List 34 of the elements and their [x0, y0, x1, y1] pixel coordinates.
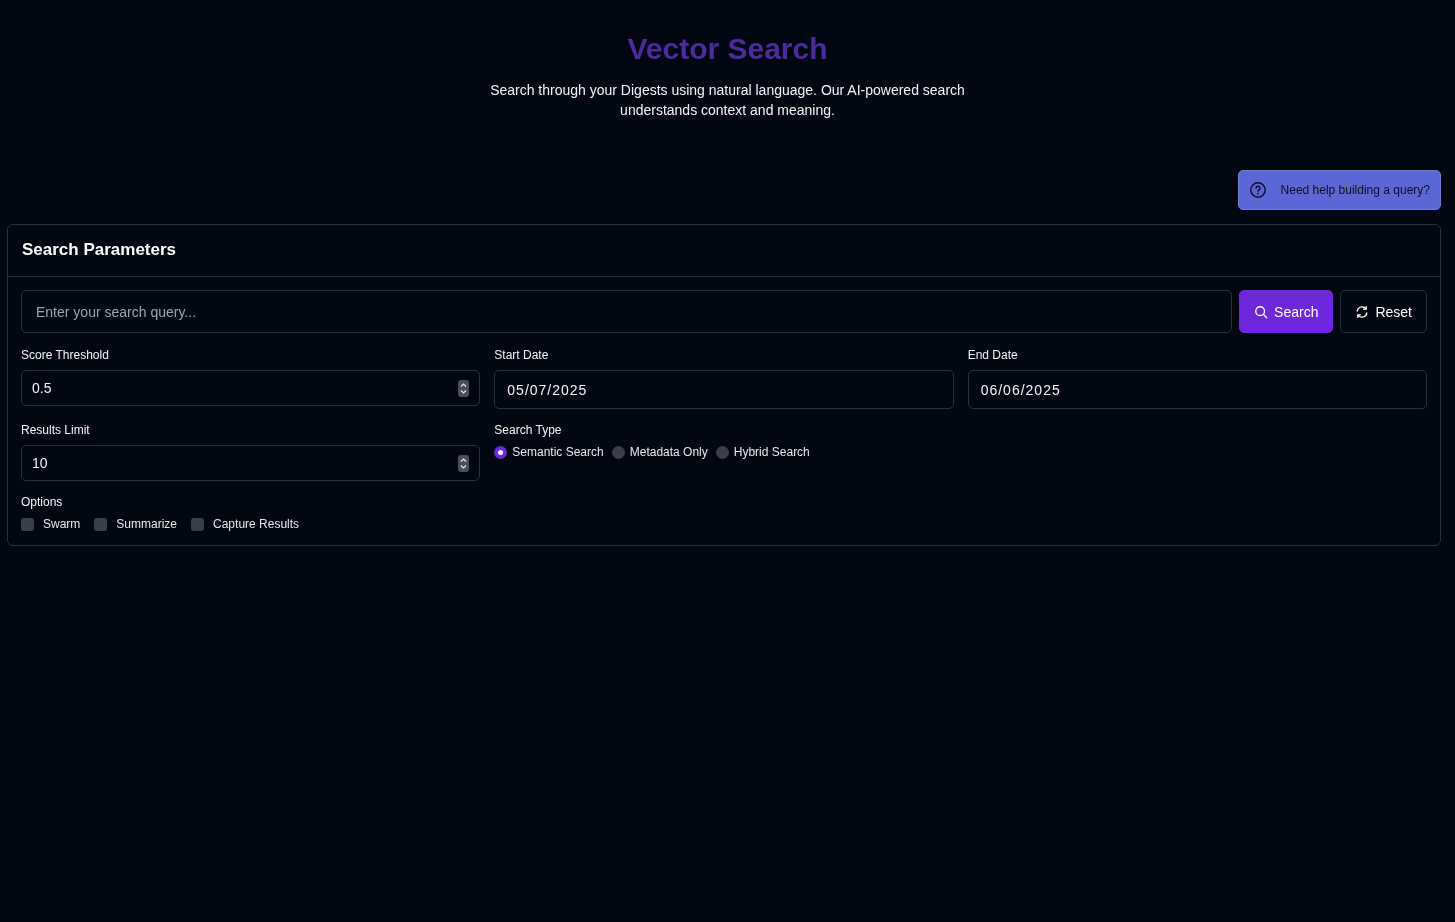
field-label: End Date — [967, 347, 1018, 363]
radio-button[interactable] — [611, 445, 625, 459]
search-icon — [1254, 304, 1269, 319]
number-field[interactable]: 0.5 — [21, 370, 481, 406]
date-field[interactable]: 05/07/2025 — [494, 370, 954, 409]
spinner-icon[interactable] — [458, 454, 470, 472]
checkbox[interactable] — [94, 517, 108, 531]
checkbox-option[interactable]: Summarize — [94, 517, 178, 531]
radio-button[interactable] — [715, 445, 729, 459]
field-label: Results Limit — [21, 422, 90, 438]
checkbox[interactable] — [191, 517, 205, 531]
field-label: Start Date — [494, 347, 549, 363]
field-label: Search Type — [494, 422, 562, 438]
radio-option[interactable]: Semantic Search — [494, 445, 604, 459]
radio-option[interactable]: Hybrid Search — [715, 445, 810, 459]
refresh-icon — [1355, 304, 1370, 319]
panel-title: Search Parameters — [8, 225, 1440, 277]
radio-button[interactable] — [494, 445, 508, 459]
checkbox[interactable] — [21, 517, 34, 531]
field-label: Score Threshold — [21, 347, 109, 363]
number-field[interactable]: 10 — [21, 445, 481, 481]
page-title: Vector Search — [627, 31, 828, 67]
search-button[interactable]: Search — [1239, 290, 1334, 333]
spinner-icon[interactable] — [458, 379, 470, 397]
page-subtitle: Search through your Digests using natural language. Our AI-powered search understands context and meaning. — [489, 81, 966, 120]
help-button[interactable]: Need help building a query? — [1237, 170, 1441, 210]
search-query-field[interactable]: Enter your search query... — [21, 290, 1233, 333]
reset-button[interactable]: Reset — [1340, 290, 1427, 333]
field-label: Options — [21, 494, 63, 510]
checkbox-option[interactable]: Capture Results — [191, 517, 300, 531]
date-field[interactable]: 06/06/2025 — [967, 370, 1427, 409]
radio-option[interactable]: Metadata Only — [611, 445, 708, 459]
checkbox-option[interactable]: Swarm — [21, 517, 81, 531]
help-icon — [1248, 181, 1267, 199]
